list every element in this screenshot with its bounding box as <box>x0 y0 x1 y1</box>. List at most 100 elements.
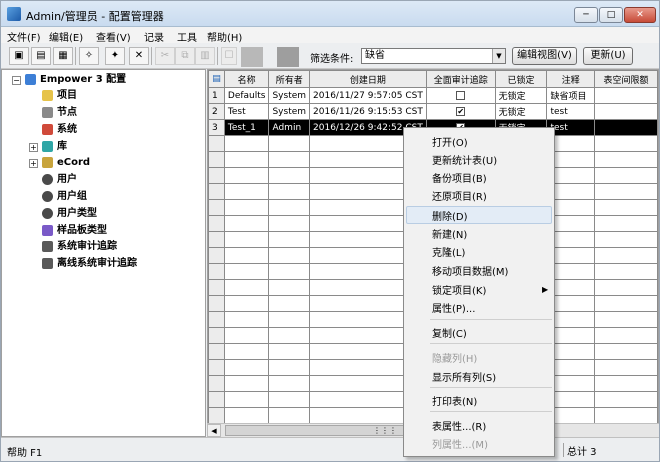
minimize-button[interactable]: ─ <box>574 7 598 23</box>
column-header[interactable]: 所有者 <box>268 70 311 88</box>
submenu-arrow-icon: ▶ <box>542 285 549 294</box>
tree-root[interactable]: Empower 3 配置 <box>25 72 126 87</box>
menu-item-table-properties[interactable]: 表属性...(R) <box>432 418 486 433</box>
expand-icon[interactable]: + <box>29 143 38 152</box>
ecord-icon <box>42 156 53 168</box>
cell-quota <box>594 119 658 136</box>
delete-icon[interactable]: ✕ <box>129 47 149 65</box>
menu-item-show-all-columns[interactable]: 显示所有列(S) <box>432 369 496 384</box>
audit-checkbox[interactable]: ✔ <box>456 106 466 116</box>
cell-audit: ✔ <box>425 103 496 120</box>
computer-icon <box>25 73 36 85</box>
tree-item-project[interactable]: 项目 <box>42 88 77 103</box>
collapse-icon[interactable]: − <box>12 76 21 85</box>
column-header[interactable]: 表空间限额 <box>594 70 658 88</box>
cell-name: Test_1 <box>223 119 270 136</box>
system-icon[interactable]: ▦ <box>53 47 73 65</box>
paste-icon[interactable]: ▥ <box>195 47 215 65</box>
cell-owner: System <box>268 103 311 120</box>
menu-tools[interactable]: 工具 <box>177 29 197 44</box>
empty-cell <box>268 279 311 296</box>
column-header[interactable]: 全面审计追踪 <box>425 70 496 88</box>
maximize-button[interactable]: □ <box>599 7 623 23</box>
update-button[interactable]: 更新(U) <box>583 47 633 65</box>
empty-cell <box>594 215 658 232</box>
empty-cell <box>268 407 311 424</box>
grid-corner[interactable]: ▤ <box>208 70 225 88</box>
empty-cell <box>208 279 225 296</box>
properties-icon[interactable]: ✦ <box>105 47 125 65</box>
empty-cell <box>208 263 225 280</box>
filter-select[interactable]: 缺省 ▼ <box>361 48 506 64</box>
table-row[interactable]: 2 Test System 2016/11/26 9:15:53 CST ✔ 无… <box>208 103 658 120</box>
empty-cell <box>223 327 270 344</box>
users-icon <box>42 190 53 202</box>
row-index: 2 <box>208 103 225 120</box>
tree-item-library[interactable]: 库 <box>42 139 67 154</box>
empty-cell <box>594 183 658 200</box>
copy-icon[interactable]: ⧉ <box>175 47 195 65</box>
menu-item-column-properties[interactable]: 列属性...(M) <box>432 436 488 451</box>
empty-cell <box>594 279 658 296</box>
close-button[interactable]: ✕ <box>624 7 656 23</box>
tree-item-user-group[interactable]: 用户组 <box>42 189 87 204</box>
menu-item-backup[interactable]: 备份项目(B) <box>432 170 487 185</box>
empty-cell <box>223 199 270 216</box>
menu-item-restore[interactable]: 还原项目(R) <box>432 188 487 203</box>
column-header[interactable]: 已锁定 <box>494 70 548 88</box>
empty-cell <box>208 167 225 184</box>
edit-view-button[interactable]: 编辑视图(V) <box>512 47 577 65</box>
tree-item-node[interactable]: 节点 <box>42 105 77 120</box>
column-header[interactable]: 注释 <box>546 70 596 88</box>
tree-item-offline-audit[interactable]: 离线系统审计追踪 <box>42 256 137 271</box>
menu-item-lock[interactable]: 锁定项目(K) <box>432 282 486 297</box>
node-icon <box>42 106 53 118</box>
audit-checkbox[interactable] <box>456 90 466 100</box>
column-header[interactable]: 名称 <box>223 70 270 88</box>
menu-item-new[interactable]: 新建(N) <box>432 226 467 241</box>
menu-item-clone[interactable]: 克隆(L) <box>432 244 465 259</box>
menu-item-copy[interactable]: 复制(C) <box>432 325 467 340</box>
toolbar-separator <box>151 47 152 65</box>
library-icon <box>42 140 53 152</box>
tree-item-system[interactable]: 系统 <box>42 122 77 137</box>
tree-item-system-audit[interactable]: 系统审计追踪 <box>42 239 117 254</box>
menu-item-hide-column[interactable]: 隐藏列(H) <box>432 350 477 365</box>
menu-separator <box>430 343 552 344</box>
menu-record[interactable]: 记录 <box>144 29 164 44</box>
cut-icon[interactable]: ✂ <box>155 47 175 65</box>
menu-item-move-data[interactable]: 移动项目数据(M) <box>432 263 508 278</box>
node-icon[interactable]: ▤ <box>31 47 51 65</box>
column-header[interactable]: 创建日期 <box>309 70 427 88</box>
menu-item-properties[interactable]: 属性(P)... <box>432 300 475 315</box>
menu-item-delete[interactable]: 删除(D) <box>432 208 468 223</box>
menu-view[interactable]: 查看(V) <box>96 29 131 44</box>
empty-cell <box>223 359 270 376</box>
empty-cell <box>208 391 225 408</box>
menu-item-print-table[interactable]: 打印表(N) <box>432 393 477 408</box>
table-row[interactable]: 1 Defaults System 2016/11/27 9:57:05 CST… <box>208 87 658 104</box>
tree-item-user[interactable]: 用户 <box>42 172 77 187</box>
tree-item-plate-type[interactable]: 样品板类型 <box>42 223 107 238</box>
expand-icon[interactable]: + <box>29 159 38 168</box>
empty-cell <box>208 375 225 392</box>
open-project-icon[interactable]: ▣ <box>9 47 29 65</box>
new-icon[interactable]: ✧ <box>79 47 99 65</box>
menu-edit[interactable]: 编辑(E) <box>49 29 83 44</box>
tree-item-user-type[interactable]: 用户类型 <box>42 206 97 221</box>
menu-item-update-stats[interactable]: 更新统计表(U) <box>432 152 497 167</box>
title-bar[interactable]: Admin/管理员 - 配置管理器 ─ □ ✕ <box>1 1 659 27</box>
empty-cell <box>594 375 658 392</box>
tree-item-ecord[interactable]: eCord <box>42 155 90 170</box>
chevron-down-icon[interactable]: ▼ <box>492 49 505 63</box>
empty-cell <box>223 215 270 232</box>
checkbox-icon[interactable]: ☐ <box>221 47 237 65</box>
empty-cell <box>594 295 658 312</box>
empty-cell <box>594 199 658 216</box>
empty-cell <box>268 135 311 152</box>
menu-item-open[interactable]: 打开(O) <box>432 134 468 149</box>
menu-file[interactable]: 文件(F) <box>7 29 41 44</box>
menu-help[interactable]: 帮助(H) <box>207 29 242 44</box>
empty-cell <box>268 311 311 328</box>
scroll-left-icon[interactable]: ◀ <box>207 424 221 437</box>
